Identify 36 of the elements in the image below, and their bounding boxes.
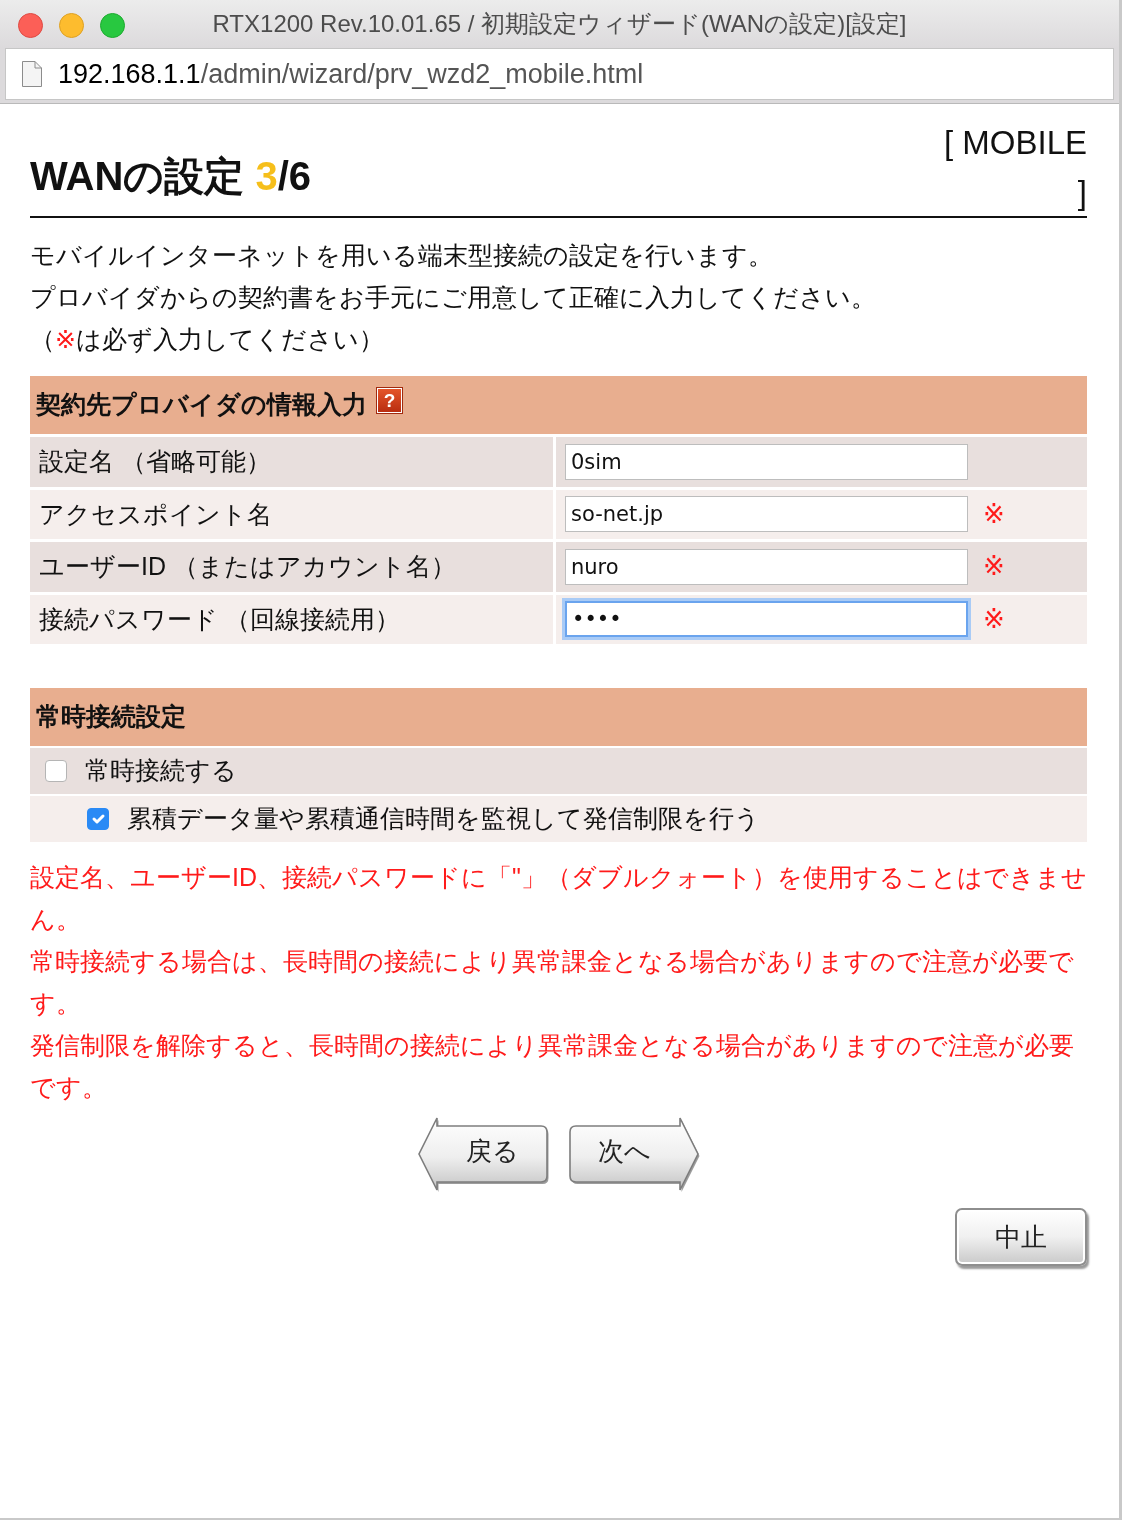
- text-field[interactable]: 0sim: [565, 443, 968, 480]
- window-title: RTX1200 Rev.10.01.65 / 初期設定ウィザード(WANの設定)[設定]: [212, 9, 907, 39]
- document-icon: [22, 61, 42, 87]
- section-title: 常時接続設定: [36, 701, 186, 733]
- next-button[interactable]: 次へ: [566, 1116, 700, 1192]
- back-button[interactable]: 戻る: [417, 1116, 551, 1192]
- cancel-button[interactable]: 中止: [955, 1208, 1087, 1266]
- field-label: ユーザーID （またはアカウント名）: [30, 542, 553, 592]
- required-mark: ※: [983, 550, 1005, 584]
- warning-text: 設定名、ユーザーID、接続パスワードに「"」（ダブルクォート）を使用することはできません。: [30, 862, 1087, 935]
- close-icon[interactable]: [18, 13, 43, 38]
- field-label: アクセスポイント名: [30, 489, 553, 539]
- field-label: 設定名 （省略可能）: [30, 437, 553, 487]
- minimize-icon[interactable]: [59, 13, 84, 38]
- text-field[interactable]: ••••: [565, 601, 968, 638]
- option-label: 累積データ量や累積通信時間を監視して発信制限を行う: [127, 803, 760, 835]
- section-title: 契約先プロバイダの情報入力: [36, 389, 367, 421]
- maximize-icon[interactable]: [100, 13, 125, 38]
- field-label: 接続パスワード （回線接続用）: [30, 594, 553, 644]
- intro-text: プロバイダからの契約書をお手元にご用意して正確に入力してください。: [30, 282, 877, 313]
- option-label: 常時接続する: [85, 755, 237, 787]
- text-field[interactable]: nuro: [565, 548, 968, 585]
- url-text: 192.168.1.1/admin/wizard/prv_wzd2_mobile.html: [58, 57, 644, 91]
- checkbox[interactable]: [87, 808, 109, 830]
- warning-text: 発信制限を解除すると、長時間の接続により異常課金となる場合がありますので注意が必要です。: [30, 1030, 1075, 1103]
- intro-text: モバイルインターネットを用いる端末型接続の設定を行います。: [30, 240, 774, 271]
- warning-text: 常時接続する場合は、長時間の接続により異常課金となる場合がありますので注意が必要です。: [30, 946, 1075, 1019]
- required-mark: ※: [983, 602, 1005, 636]
- checkbox[interactable]: [45, 760, 67, 782]
- mode-label: [ MOBILE ]: [942, 123, 1087, 213]
- help-icon[interactable]: ?: [377, 387, 402, 413]
- page-title: WANの設定 3/6: [30, 154, 312, 198]
- text-field[interactable]: so-net.jp: [565, 496, 968, 533]
- required-note: （※は必ず入力してください）: [30, 324, 385, 355]
- address-bar[interactable]: 192.168.1.1/admin/wizard/prv_wzd2_mobile.html: [5, 48, 1114, 100]
- required-mark: ※: [983, 497, 1005, 531]
